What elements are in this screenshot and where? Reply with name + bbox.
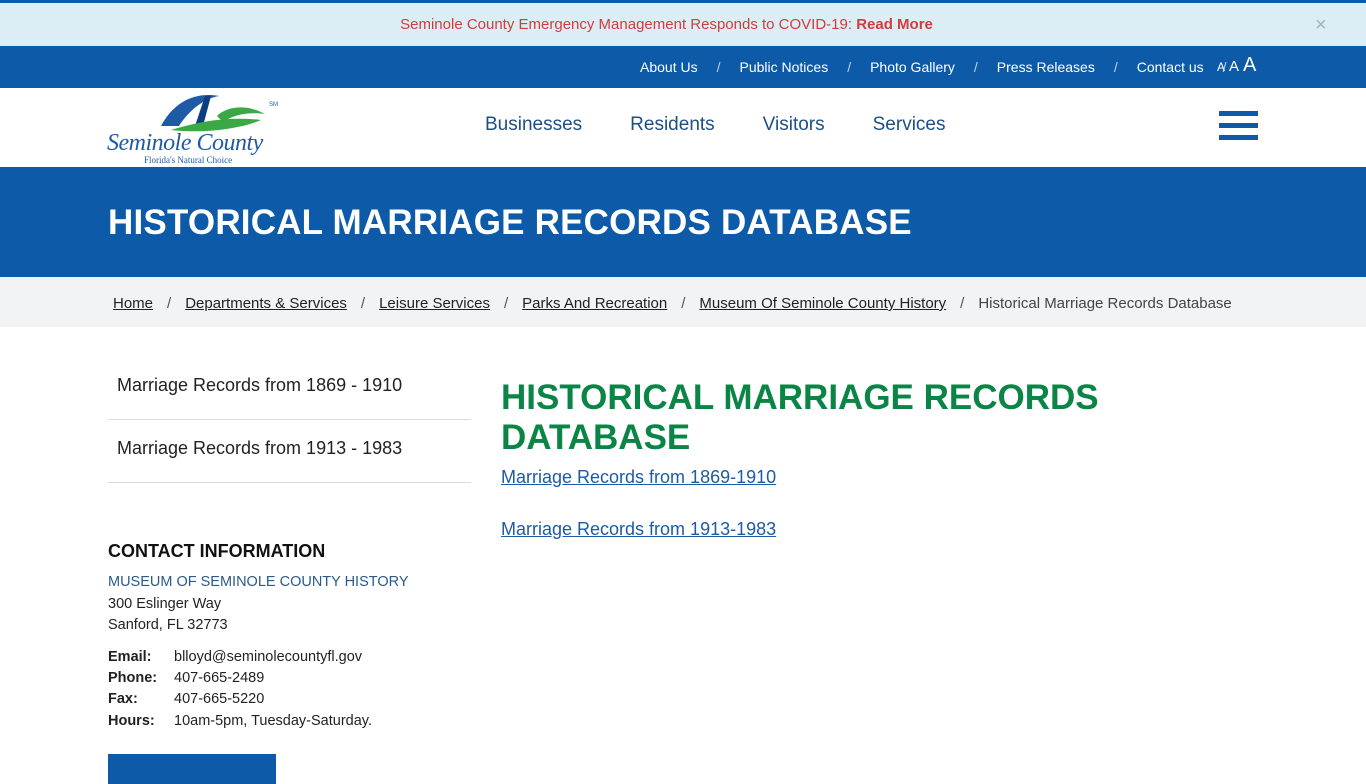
content-link-1869-1910[interactable]: Marriage Records from 1869-1910 [501, 467, 776, 488]
phone-label: Phone: [108, 670, 158, 686]
utility-link-contact-us[interactable]: Contact us [1137, 59, 1204, 75]
breadcrumb-separator: / [960, 295, 965, 312]
alert-banner: Seminole County Emergency Management Res… [0, 0, 1366, 46]
hamburger-menu-icon[interactable] [1219, 111, 1259, 143]
sidebar-action-button[interactable] [108, 754, 276, 784]
breadcrumb-separator: / [360, 295, 366, 312]
utility-link-photo-gallery[interactable]: Photo Gallery [870, 59, 955, 75]
content-link-1913-1983[interactable]: Marriage Records from 1913-1983 [501, 519, 776, 540]
hours-value: 10am-5pm, Tuesday-Saturday. [174, 713, 372, 729]
utility-link-press-releases[interactable]: Press Releases [997, 59, 1095, 75]
page-hero: HISTORICAL MARRIAGE RECORDS DATABASE [0, 167, 1366, 277]
contact-heading: CONTACT INFORMATION [108, 541, 326, 561]
font-size-large-button[interactable]: A [1243, 54, 1256, 77]
contact-hours-row: Hours: 10am-5pm, Tuesday-Saturday. [108, 713, 372, 729]
contact-address-line2: Sanford, FL 32773 [108, 617, 228, 633]
breadcrumb-parks-recreation[interactable]: Parks And Recreation [522, 295, 667, 312]
hamburger-line [1219, 135, 1258, 140]
font-size-controls: A A A [1217, 54, 1260, 77]
utility-separator: / [847, 59, 852, 75]
hero-title: HISTORICAL MARRIAGE RECORDS DATABASE [108, 203, 912, 242]
fax-label: Fax: [108, 691, 138, 707]
fax-value: 407-665-5220 [174, 691, 265, 707]
phone-value[interactable]: 407-665-2489 [174, 670, 264, 686]
contact-org: MUSEUM OF SEMINOLE COUNTY HISTORY [108, 574, 409, 590]
close-icon[interactable]: × [1315, 15, 1327, 35]
breadcrumb-separator: / [167, 295, 172, 312]
utility-separator: / [1113, 59, 1118, 75]
contact-email-row: Email: blloyd@seminolecountyfl.gov [108, 649, 362, 665]
contact-fax-row: Fax: 407-665-5220 [108, 691, 264, 707]
alert-read-more-link[interactable]: Read More [856, 16, 933, 33]
main-nav: Businesses Residents Visitors Services [485, 114, 993, 136]
site-header: SM Seminole County Florida's Natural Cho… [0, 88, 1366, 167]
breadcrumb-separator: / [681, 295, 686, 312]
hamburger-line [1219, 111, 1258, 116]
sidebar-item[interactable]: Marriage Records from 1869 - 1910 [108, 357, 471, 420]
utility-link-about-us[interactable]: About Us [640, 59, 698, 75]
nav-residents[interactable]: Residents [630, 114, 715, 136]
alert-message: Seminole County Emergency Management Res… [0, 16, 1333, 33]
logo-wordmark: Seminole County [107, 130, 263, 156]
breadcrumb: Home / Departments & Services / Leisure … [113, 295, 1232, 312]
hamburger-line [1219, 123, 1258, 128]
utility-nav: About Us / Public Notices / Photo Galler… [640, 46, 1246, 88]
breadcrumb-home[interactable]: Home [113, 295, 153, 312]
logo-tagline: Florida's Natural Choice [144, 155, 233, 165]
hours-label: Hours: [108, 713, 155, 729]
font-size-medium-button[interactable]: A [1229, 58, 1239, 75]
nav-services[interactable]: Services [873, 114, 946, 136]
nav-visitors[interactable]: Visitors [763, 114, 825, 136]
alert-text: Seminole County Emergency Management Res… [400, 16, 853, 33]
breadcrumb-leisure-services[interactable]: Leisure Services [379, 295, 490, 312]
svg-text:SM: SM [269, 102, 278, 108]
breadcrumb-bar: Home / Departments & Services / Leisure … [0, 277, 1366, 327]
contact-address-line1: 300 Eslinger Way [108, 596, 222, 612]
sidebar-item-1869-1910[interactable]: Marriage Records from 1869 - 1910 [117, 375, 402, 396]
content-title: HISTORICAL MARRIAGE RECORDS DATABASE [501, 378, 1099, 457]
breadcrumb-separator: / [503, 295, 509, 312]
nav-businesses[interactable]: Businesses [485, 114, 582, 136]
email-value[interactable]: blloyd@seminolecountyfl.gov [174, 649, 362, 665]
breadcrumb-museum[interactable]: Museum Of Seminole County History [699, 295, 946, 312]
sidebar-item-1913-1983[interactable]: Marriage Records from 1913 - 1983 [117, 438, 402, 459]
utility-separator: / [716, 59, 721, 75]
utility-separator: / [973, 59, 978, 75]
breadcrumb-current: Historical Marriage Records Database [978, 295, 1232, 312]
site-logo[interactable]: SM Seminole County Florida's Natural Cho… [107, 92, 291, 165]
email-label: Email: [108, 649, 152, 665]
utility-bar: About Us / Public Notices / Photo Galler… [0, 46, 1366, 88]
breadcrumb-departments-services[interactable]: Departments & Services [185, 295, 347, 312]
font-size-small-button[interactable]: A [1217, 60, 1225, 74]
sidebar-item[interactable]: Marriage Records from 1913 - 1983 [108, 420, 471, 483]
contact-phone-row: Phone: 407-665-2489 [108, 670, 264, 686]
utility-link-public-notices[interactable]: Public Notices [739, 59, 828, 75]
